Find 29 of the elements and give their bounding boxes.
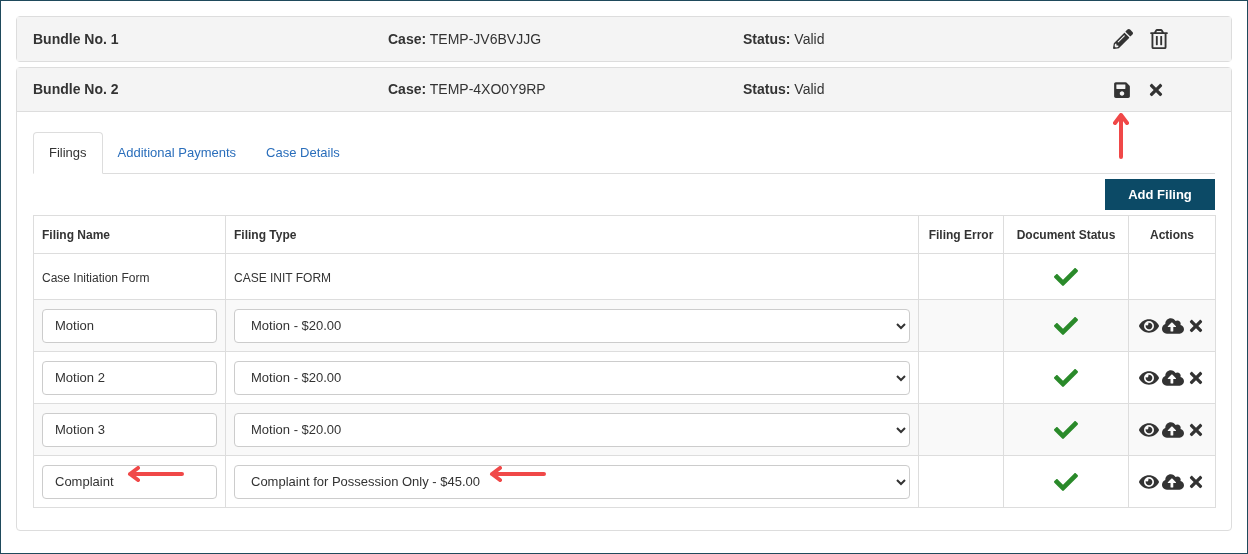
column-header: Actions bbox=[1128, 215, 1216, 254]
column-header: Document Status bbox=[1003, 215, 1129, 254]
bundle-title: Bundle No. 1 bbox=[33, 29, 120, 49]
save-icon[interactable] bbox=[1113, 80, 1131, 99]
filing-type-select[interactable]: Motion - $20.00 bbox=[234, 412, 910, 447]
filing-name-input[interactable]: Motion bbox=[42, 308, 217, 343]
column-header: Filing Name bbox=[33, 215, 226, 254]
filing-name-input[interactable]: Complaint bbox=[42, 464, 217, 499]
table-cell: Case Initiation Form bbox=[42, 270, 150, 285]
tab[interactable]: Case Details bbox=[251, 132, 355, 174]
column-header: Filing Type bbox=[225, 215, 919, 254]
case-number: Case: TEMP-4XO0Y9RP bbox=[388, 80, 547, 99]
add-filing-button[interactable]: Add Filing bbox=[1105, 179, 1215, 210]
tab[interactable]: Filings bbox=[33, 132, 103, 174]
bundle-status: Status: Valid bbox=[743, 29, 826, 49]
filing-type-select[interactable]: Motion - $20.00 bbox=[234, 360, 910, 395]
edit-icon[interactable] bbox=[1113, 29, 1133, 49]
bundle-header[interactable]: Bundle No. 1 Case: TEMP-JV6BVJJG Status: Valid bbox=[17, 17, 1231, 61]
filing-name-input[interactable]: Motion 3 bbox=[42, 412, 217, 447]
filing-type-select[interactable]: Complaint for Possession Only - $45.00 bbox=[234, 464, 910, 499]
trash-icon[interactable] bbox=[1149, 29, 1169, 49]
bundle-status: Status: Valid bbox=[743, 80, 826, 99]
filing-type-select[interactable]: Motion - $20.00 bbox=[234, 308, 910, 343]
filing-name-input[interactable]: Motion 2 bbox=[42, 360, 217, 395]
bundle-title: Bundle No. 2 bbox=[33, 80, 120, 99]
case-number: Case: TEMP-JV6BVJJG bbox=[388, 29, 543, 49]
column-header: Filing Error bbox=[918, 215, 1004, 254]
table-cell: CASE INIT FORM bbox=[234, 270, 332, 285]
tab[interactable]: Additional Payments bbox=[102, 132, 252, 174]
